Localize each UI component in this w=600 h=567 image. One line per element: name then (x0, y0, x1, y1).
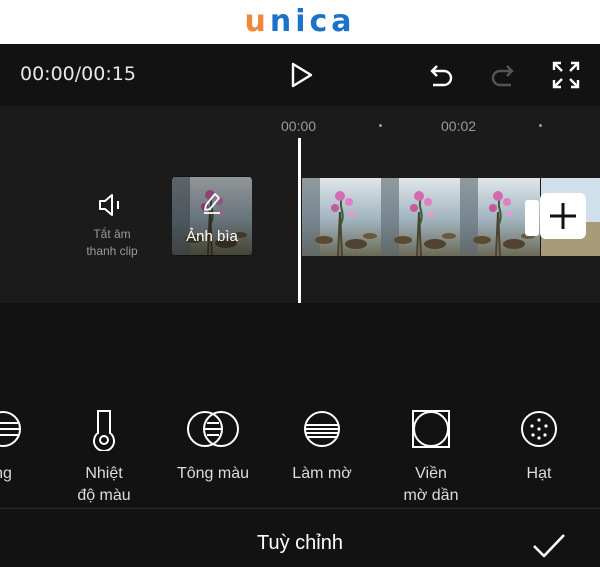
overlapping-circles-icon (183, 407, 243, 451)
tool-label-line2: độ màu (77, 487, 131, 504)
redo-icon[interactable] (487, 58, 521, 92)
cover-image-button[interactable]: Ảnh bìa (172, 176, 252, 256)
fullscreen-icon[interactable] (549, 58, 583, 92)
add-clip-button[interactable] (540, 193, 586, 239)
mute-clip-label[interactable]: Tắt âm thanh clip (70, 226, 154, 260)
tool-label-line2: mờ dần (403, 487, 459, 504)
mute-label-line2: thanh clip (86, 244, 138, 258)
partial-circle-icon (0, 407, 23, 451)
tool-label-line1: Hạt (526, 465, 552, 482)
thermometer-icon (84, 407, 124, 452)
timeline-panel: 00:00 00:02 Tắt âm thanh clip Ảnh bìa (0, 106, 600, 303)
top-toolbar: 00:00/00:15 (0, 44, 600, 106)
tick-dot (379, 124, 382, 127)
brand-bar: unica (0, 0, 600, 44)
blur-circle-icon (302, 407, 342, 451)
unica-logo: unica (244, 4, 356, 39)
video-clip-strip[interactable] (302, 178, 540, 256)
time-tick: 00:00 (281, 118, 317, 134)
plus-icon (550, 203, 576, 229)
play-icon[interactable] (284, 58, 318, 92)
divider (0, 508, 600, 509)
playhead[interactable] (298, 138, 301, 303)
vignette-icon (411, 407, 451, 451)
check-icon[interactable] (531, 531, 567, 561)
tool-label-line1: Làm mờ (292, 465, 352, 482)
tool-label: Nhiệt độ màu (44, 463, 164, 507)
edit-pencil-icon (201, 190, 223, 214)
tool-label: Hạt (479, 463, 599, 485)
clip-trim-handle[interactable] (525, 200, 539, 236)
tool-label-line1: Nhiệt (85, 465, 123, 482)
grain-icon (519, 407, 559, 451)
playback-time: 00:00/00:15 (20, 63, 136, 85)
undo-icon[interactable] (423, 58, 457, 92)
tool-label: Viền mờ dần (371, 463, 491, 507)
cover-label: Ảnh bìa (186, 228, 238, 245)
speaker-mute-icon[interactable] (96, 190, 126, 220)
tool-label: Làm mờ (262, 463, 382, 485)
clip-thumbnail (381, 178, 461, 256)
clip-thumbnail (302, 178, 382, 256)
mute-label-line1: Tắt âm (93, 227, 131, 241)
tool-label: Tông màu (153, 463, 273, 485)
panel-title: Tuỳ chỉnh (257, 532, 343, 554)
tool-label-line1: Viền (415, 465, 447, 482)
tool-label-line1: Tông màu (176, 465, 250, 482)
time-tick: 00:02 (441, 118, 477, 134)
tick-dot (539, 124, 542, 127)
